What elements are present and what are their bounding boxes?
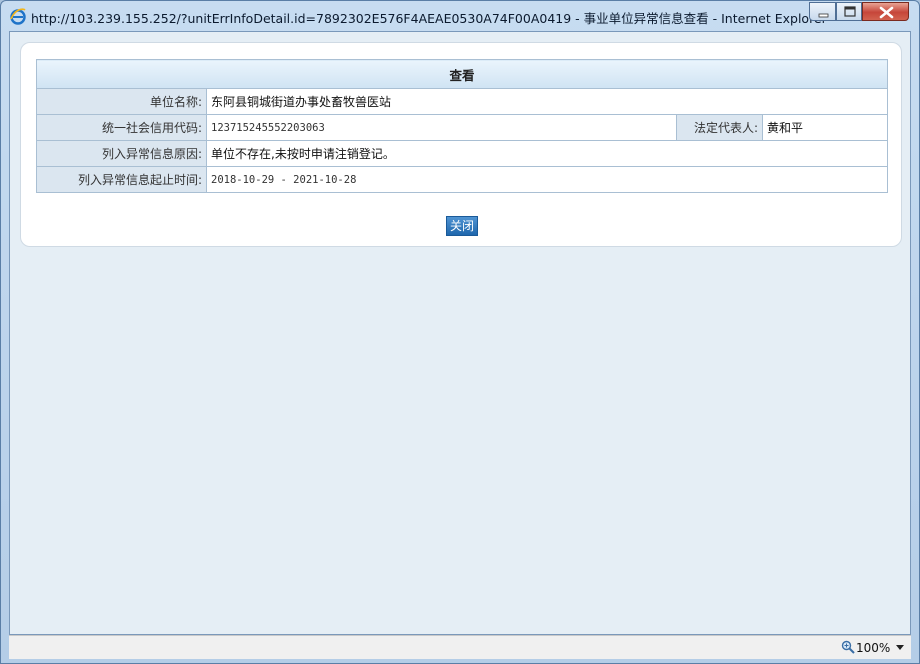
table-header-row: 查看 bbox=[36, 59, 888, 89]
info-table: 查看 单位名称: 东阿县铜城街道办事处畜牧兽医站 统一社会信用代码: 12371… bbox=[36, 59, 888, 193]
credit-code-label: 统一社会信用代码: bbox=[36, 114, 207, 141]
minimize-button[interactable] bbox=[809, 2, 836, 21]
window-title: http://103.239.155.252/?unitErrInfoDetai… bbox=[31, 11, 827, 26]
unit-name-value: 东阿县铜城街道办事处畜牧兽医站 bbox=[206, 88, 888, 115]
detail-panel: 查看 单位名称: 东阿县铜城街道办事处畜牧兽医站 统一社会信用代码: 12371… bbox=[20, 42, 902, 247]
reason-label: 列入异常信息原因: bbox=[36, 140, 207, 167]
credit-code-value: 123715245552203063 bbox=[206, 114, 677, 141]
table-row: 统一社会信用代码: 123715245552203063 法定代表人: 黄和平 bbox=[36, 114, 888, 141]
zoom-level: 100% bbox=[856, 641, 891, 655]
internet-explorer-icon bbox=[10, 8, 26, 25]
period-label: 列入异常信息起止时间: bbox=[36, 166, 207, 193]
title-bar[interactable]: http://103.239.155.252/?unitErrInfoDetai… bbox=[1, 1, 919, 31]
maximize-icon bbox=[844, 6, 856, 17]
minimize-icon bbox=[818, 13, 829, 18]
table-row: 单位名称: 东阿县铜城街道办事处畜牧兽医站 bbox=[36, 88, 888, 115]
period-value: 2018-10-29 - 2021-10-28 bbox=[206, 166, 888, 193]
table-row: 列入异常信息起止时间: 2018-10-29 - 2021-10-28 bbox=[36, 166, 888, 193]
legal-rep-label: 法定代表人: bbox=[676, 114, 763, 141]
close-icon bbox=[879, 6, 894, 19]
status-bar: 100% bbox=[9, 635, 911, 659]
zoom-magnifier-icon bbox=[841, 640, 855, 654]
close-button[interactable]: 关闭 bbox=[446, 216, 478, 236]
window-close-button[interactable] bbox=[862, 2, 909, 21]
page-content: 查看 单位名称: 东阿县铜城街道办事处畜牧兽医站 统一社会信用代码: 12371… bbox=[9, 31, 911, 635]
table-row: 列入异常信息原因: 单位不存在,未按时申请注销登记。 bbox=[36, 140, 888, 167]
legal-rep-value: 黄和平 bbox=[762, 114, 888, 141]
unit-name-label: 单位名称: bbox=[36, 88, 207, 115]
maximize-button[interactable] bbox=[836, 2, 862, 21]
chevron-down-icon[interactable] bbox=[896, 645, 904, 650]
reason-value: 单位不存在,未按时申请注销登记。 bbox=[206, 140, 888, 167]
browser-window: http://103.239.155.252/?unitErrInfoDetai… bbox=[0, 0, 920, 664]
panel-title: 查看 bbox=[36, 59, 888, 89]
